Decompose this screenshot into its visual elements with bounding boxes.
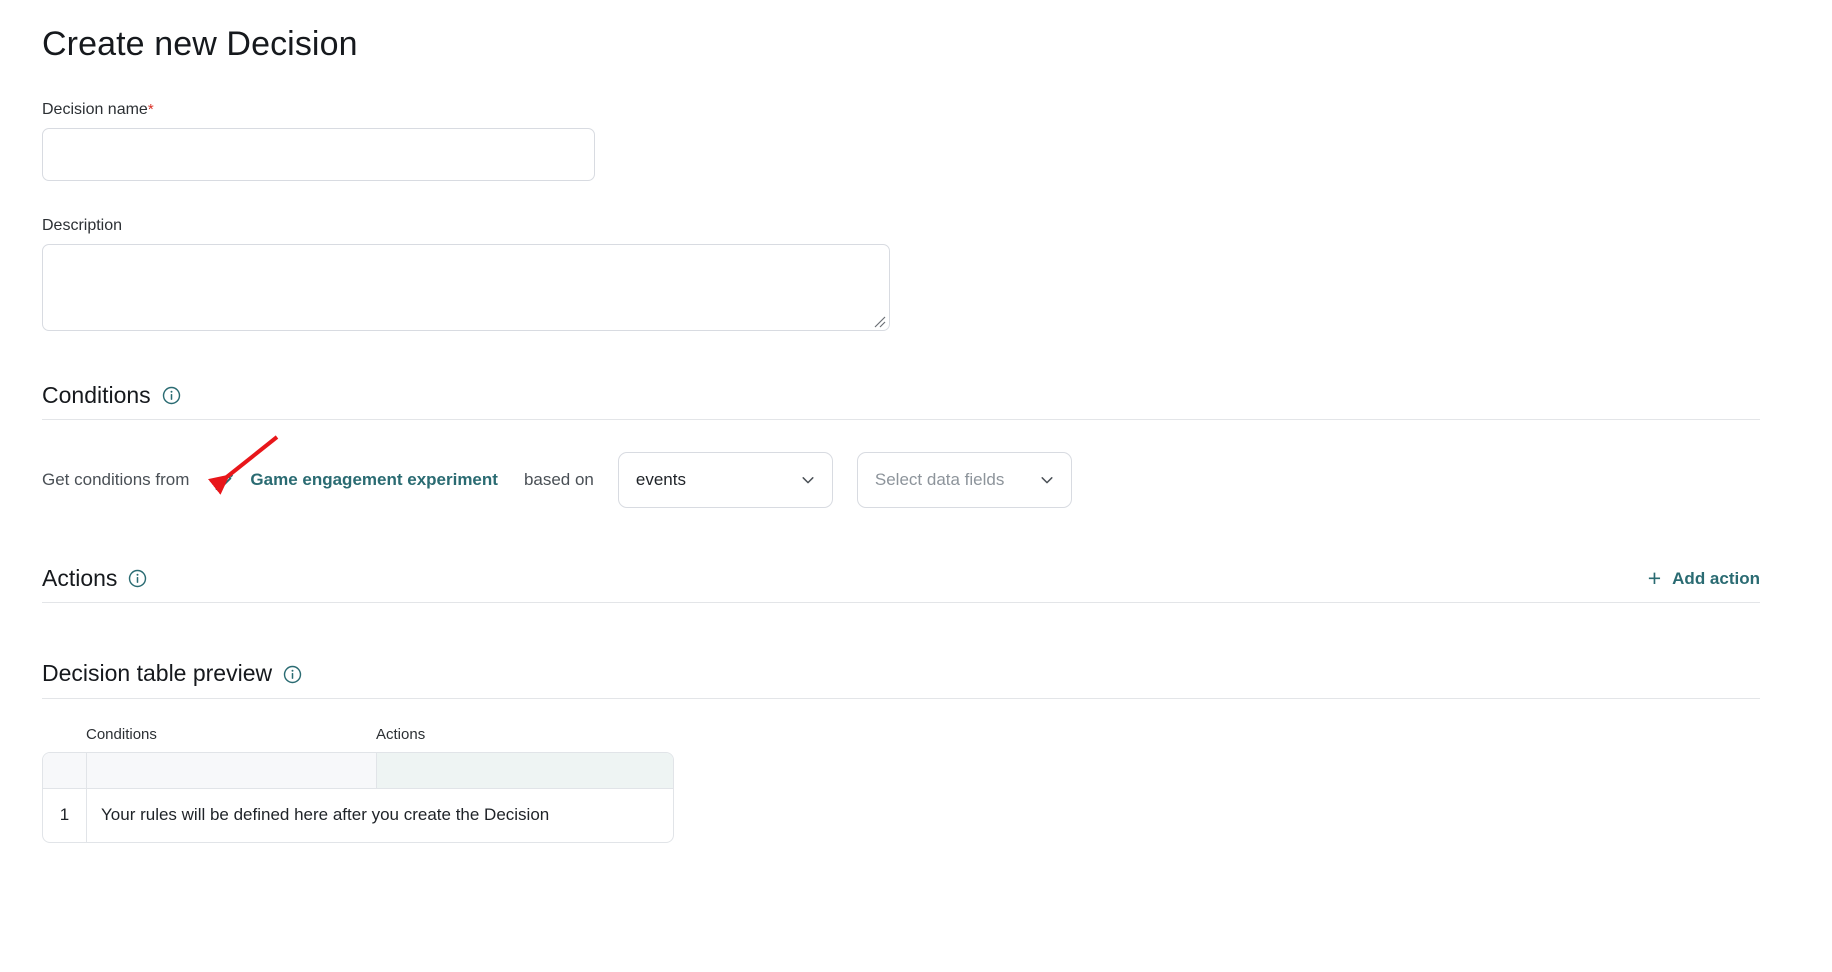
colhead-conditions: Conditions xyxy=(86,726,376,743)
info-icon[interactable] xyxy=(128,569,147,588)
chevron-down-icon xyxy=(1039,472,1055,488)
description-textarea[interactable] xyxy=(42,244,890,331)
plus-icon: + xyxy=(1648,567,1661,590)
data-fields-dropdown-placeholder: Select data fields xyxy=(875,470,1004,490)
colhead-spacer xyxy=(42,726,86,743)
colhead-actions: Actions xyxy=(376,726,425,743)
conditions-title: Conditions xyxy=(42,383,151,408)
description-textarea-wrap xyxy=(42,244,890,331)
band-actions xyxy=(377,753,673,788)
preview-table-group-band xyxy=(43,753,673,789)
actions-title: Actions xyxy=(42,566,117,591)
source-dropdown[interactable]: events xyxy=(618,452,833,508)
preview-section-header: Decision table preview xyxy=(42,661,1760,698)
pencil-icon[interactable] xyxy=(213,469,236,492)
based-on-label: based on xyxy=(524,470,594,490)
band-rownum xyxy=(43,753,87,788)
description-field-group: Description xyxy=(42,217,1832,331)
conditions-source-row: Get conditions from Game engagement expe… xyxy=(42,452,1832,508)
row-placeholder-text: Your rules will be defined here after yo… xyxy=(87,789,673,842)
conditions-section-header: Conditions xyxy=(42,383,1760,420)
data-fields-dropdown[interactable]: Select data fields xyxy=(857,452,1072,508)
decision-table-preview-section: Decision table preview Conditions Action… xyxy=(42,661,1832,842)
preview-table: 1 Your rules will be defined here after … xyxy=(42,752,674,843)
add-action-button[interactable]: + Add action xyxy=(1648,567,1760,590)
experiment-link[interactable]: Game engagement experiment xyxy=(250,470,498,490)
preview-table-wrap: Conditions Actions 1 Your rules will be … xyxy=(42,726,1832,843)
decision-name-label: Decision name* xyxy=(42,101,1832,119)
conditions-section: Conditions Get conditions from Game enga… xyxy=(42,383,1832,508)
chevron-down-icon xyxy=(800,472,816,488)
page-title: Create new Decision xyxy=(42,24,1832,65)
band-conditions xyxy=(87,753,377,788)
source-dropdown-value: events xyxy=(636,470,686,490)
decision-name-label-text: Decision name xyxy=(42,101,148,118)
decision-name-input[interactable] xyxy=(42,128,595,181)
create-decision-page: Create new Decision Decision name* Descr… xyxy=(0,24,1832,843)
actions-section: Actions + Add action xyxy=(42,566,1832,603)
preview-title: Decision table preview xyxy=(42,661,272,686)
add-action-label: Add action xyxy=(1672,569,1760,589)
info-icon[interactable] xyxy=(283,665,302,684)
get-conditions-from-label: Get conditions from xyxy=(42,470,189,490)
row-number: 1 xyxy=(43,789,87,842)
info-icon[interactable] xyxy=(162,386,181,405)
required-indicator: * xyxy=(148,101,154,118)
description-label: Description xyxy=(42,217,1832,235)
preview-column-headers: Conditions Actions xyxy=(42,726,1832,743)
decision-name-field-group: Decision name* xyxy=(42,101,1832,181)
actions-section-header: Actions + Add action xyxy=(42,566,1760,603)
table-row: 1 Your rules will be defined here after … xyxy=(43,789,673,842)
